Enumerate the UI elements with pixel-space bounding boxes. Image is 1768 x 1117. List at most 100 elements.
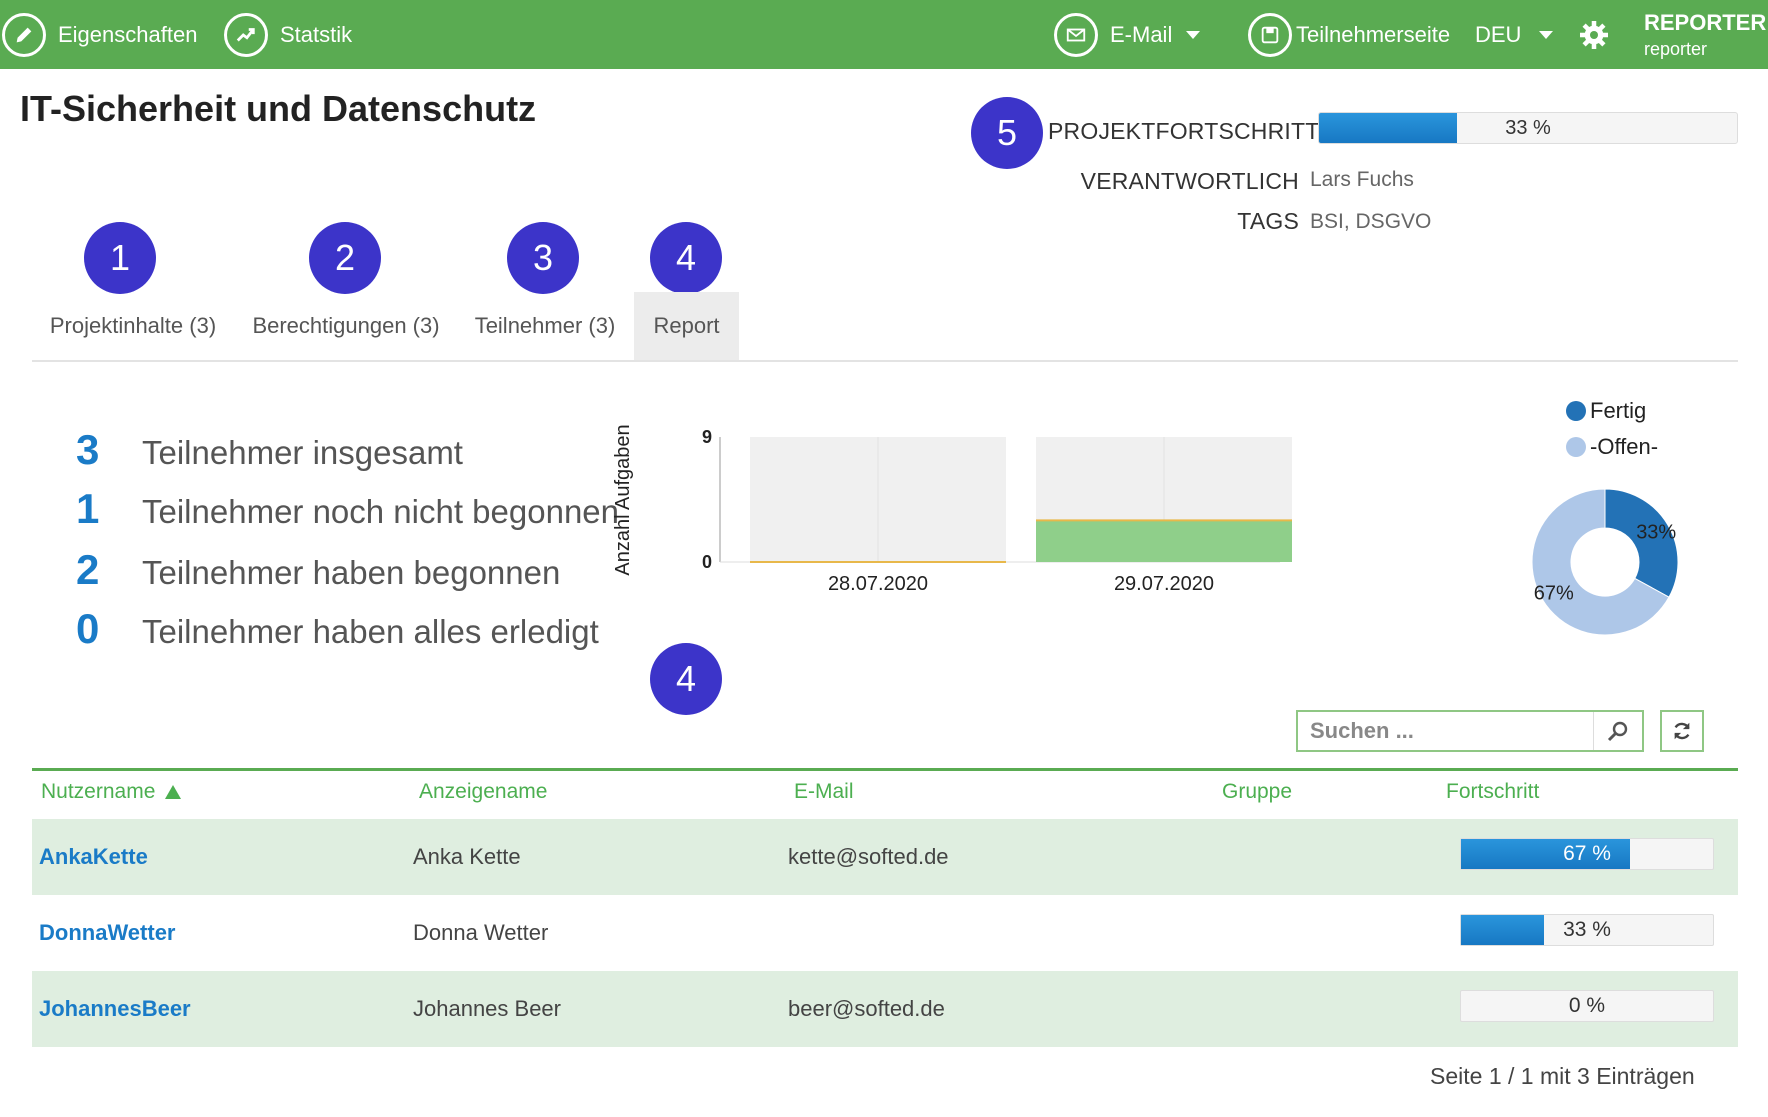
search-icon xyxy=(1607,721,1628,742)
project-progress-bar: 33 % xyxy=(1318,112,1738,144)
table-top-border xyxy=(32,768,1738,771)
marker-4: 4 xyxy=(650,222,722,294)
search-button[interactable] xyxy=(1593,712,1642,750)
stat-completed: 0 Teilnehmer haben alles erledigt xyxy=(76,605,599,653)
trend-icon xyxy=(224,12,268,57)
user-name: reporter xyxy=(1644,39,1708,59)
stat-number: 2 xyxy=(76,546,100,593)
top-bar: Eigenschaften Statstik E-Mail Teilnehmer… xyxy=(0,0,1768,69)
settings-button[interactable] xyxy=(1578,0,1610,69)
language-label: DEU xyxy=(1475,21,1522,47)
email-cell: kette@softed.de xyxy=(788,844,949,869)
project-progress-text: 33 % xyxy=(1505,116,1551,139)
header-nutzername[interactable]: Nutzername xyxy=(41,780,182,804)
stat-number: 0 xyxy=(76,605,100,652)
slice-label: 33% xyxy=(1636,522,1676,544)
stat-total: 3 Teilnehmer insgesamt xyxy=(76,426,463,474)
y-tick-label: 0 xyxy=(702,552,712,572)
tab-projektinhalte[interactable]: Projektinhalte (3) xyxy=(46,292,220,360)
row-progress-bar: 67 % xyxy=(1460,838,1714,870)
chevron-down-icon xyxy=(1186,30,1201,39)
row-progress-text: 0 % xyxy=(1568,994,1606,1017)
pagination-info: Seite 1 / 1 mit 3 Einträgen xyxy=(1430,1063,1695,1089)
eigenschaften-button[interactable]: Eigenschaften xyxy=(2,0,197,69)
table-row: DonnaWetter Donna Wetter 33 % xyxy=(32,895,1738,971)
tab-report[interactable]: Report xyxy=(634,292,739,360)
responsible-value: Lars Fuchs xyxy=(1310,168,1414,191)
envelope-icon xyxy=(1054,12,1098,57)
pencil-icon xyxy=(2,12,46,57)
user-role: REPORTER xyxy=(1644,10,1767,35)
row-progress-text: 33 % xyxy=(1563,918,1611,941)
teilnehmerseite-label: Teilnehmerseite xyxy=(1296,21,1451,47)
sort-asc-icon xyxy=(165,785,182,799)
x-tick-label: 28.07.2020 xyxy=(828,573,928,595)
progress-donut-chart: 33% 67% xyxy=(1531,488,1679,636)
header-fortschritt[interactable]: Fortschritt xyxy=(1446,780,1539,804)
search-box xyxy=(1296,710,1644,752)
statistik-label: Statstik xyxy=(280,21,353,47)
responsible-label: VERANTWORTLICH xyxy=(1080,168,1299,194)
stat-label: Teilnehmer haben begonnen xyxy=(142,554,561,591)
stat-label: Teilnehmer haben alles erledigt xyxy=(142,613,599,650)
tabs-divider xyxy=(32,360,1738,362)
legend-swatch xyxy=(1566,437,1586,457)
tab-berechtigungen[interactable]: Berechtigungen (3) xyxy=(250,292,442,360)
email-label: E-Mail xyxy=(1110,21,1173,47)
username-link[interactable]: JohannesBeer xyxy=(39,971,191,1047)
marker-1: 1 xyxy=(84,222,156,294)
email-dropdown[interactable]: E-Mail xyxy=(1054,0,1201,69)
display-name: Anka Kette xyxy=(413,844,521,869)
email-cell: beer@softed.de xyxy=(788,996,945,1021)
save-icon xyxy=(1248,12,1292,57)
display-name: Johannes Beer xyxy=(413,996,561,1021)
stat-number: 1 xyxy=(76,485,100,532)
marker-3: 3 xyxy=(507,222,579,294)
header-anzeigename[interactable]: Anzeigename xyxy=(419,780,547,804)
marker-5: 5 xyxy=(971,97,1043,169)
stat-label: Teilnehmer insgesamt xyxy=(142,434,463,471)
stat-started: 2 Teilnehmer haben begonnen xyxy=(76,546,560,594)
stat-not-started: 1 Teilnehmer noch nicht begonnen xyxy=(76,485,619,533)
stat-label: Teilnehmer noch nicht begonnen xyxy=(142,493,620,530)
legend-offen: -Offen- xyxy=(1566,434,1658,460)
x-tick-label: 29.07.2020 xyxy=(1114,573,1214,595)
teilnehmerseite-button[interactable]: Teilnehmerseite xyxy=(1248,0,1450,69)
search-input[interactable] xyxy=(1298,712,1618,750)
chevron-down-icon xyxy=(1539,30,1554,39)
table-row: AnkaKette Anka Kette kette@softed.de 67 … xyxy=(32,819,1738,895)
row-progress-text: 67 % xyxy=(1563,842,1611,865)
username-link[interactable]: DonnaWetter xyxy=(39,895,176,971)
statistik-button[interactable]: Statstik xyxy=(224,0,352,69)
refresh-icon xyxy=(1674,722,1690,740)
y-tick-label: 9 xyxy=(702,427,712,447)
row-progress-bar: 0 % xyxy=(1460,990,1714,1022)
header-label: Nutzername xyxy=(41,780,156,803)
table-row: JohannesBeer Johannes Beer beer@softed.d… xyxy=(32,971,1738,1047)
tasks-bar-chart: Anzahl Aufgaben 9 0 28.07.2020 29.07.2020 xyxy=(612,424,1292,595)
legend-fertig: Fertig xyxy=(1566,398,1646,424)
bar xyxy=(1036,520,1292,562)
username-link[interactable]: AnkaKette xyxy=(39,819,148,895)
marker-2: 2 xyxy=(309,222,381,294)
language-dropdown[interactable]: DEU xyxy=(1475,0,1554,69)
tags-value: BSI, DSGVO xyxy=(1310,210,1432,233)
header-gruppe[interactable]: Gruppe xyxy=(1222,780,1292,804)
marker-4-report: 4 xyxy=(650,643,722,715)
legend-label: -Offen- xyxy=(1590,434,1659,459)
refresh-button[interactable] xyxy=(1660,710,1704,752)
gear-icon xyxy=(1580,20,1608,49)
slice-label: 67% xyxy=(1534,582,1574,604)
legend-label: Fertig xyxy=(1590,398,1647,423)
user-menu[interactable]: REPORTER reporter xyxy=(1644,10,1767,59)
stat-number: 3 xyxy=(76,426,100,473)
display-name: Donna Wetter xyxy=(413,920,549,945)
tab-teilnehmer[interactable]: Teilnehmer (3) xyxy=(472,292,618,360)
tags-label: TAGS xyxy=(1237,208,1299,234)
y-axis-label: Anzahl Aufgaben xyxy=(612,424,634,575)
legend-swatch xyxy=(1566,401,1586,421)
eigenschaften-label: Eigenschaften xyxy=(58,21,198,47)
project-progress-label: PROJEKTFORTSCHRITT xyxy=(1048,118,1320,144)
header-email[interactable]: E-Mail xyxy=(794,780,854,804)
row-progress-bar: 33 % xyxy=(1460,914,1714,946)
